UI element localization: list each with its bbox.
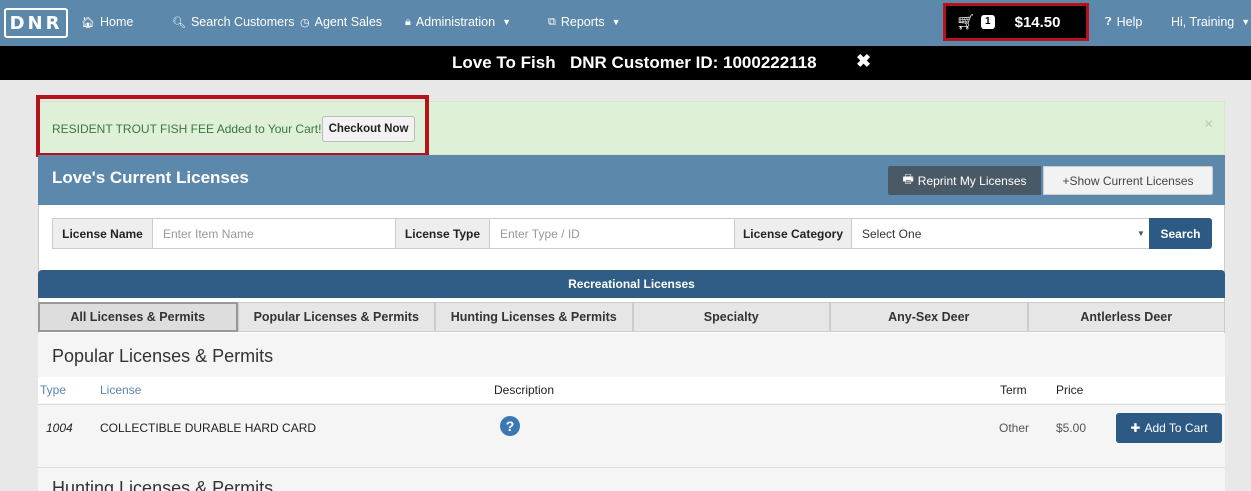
column-type[interactable]: Type xyxy=(40,383,66,397)
cart-button[interactable]: 🛒︎ 1 $14.50 xyxy=(943,3,1089,41)
customer-id: DNR Customer ID: 1000222118 xyxy=(570,53,817,72)
nav-user-label: Hi, Training xyxy=(1171,15,1235,29)
tab-antlerless-deer[interactable]: Antlerless Deer xyxy=(1027,302,1225,332)
nav-home-label: Home xyxy=(99,15,134,29)
caret-down-icon: ▼ xyxy=(502,17,511,27)
license-category-label: License Category xyxy=(734,218,852,249)
plus-icon: ✚ xyxy=(1130,421,1141,435)
tab-popular-licenses[interactable]: Popular Licenses & Permits xyxy=(237,302,435,332)
nav-reports[interactable]: ⧉ Reports ▼ xyxy=(548,15,621,29)
caret-down-icon: ▼ xyxy=(1241,17,1251,27)
section-divider xyxy=(38,467,1225,468)
reprint-licenses-button[interactable]: 🖶︎ Reprint My Licenses xyxy=(888,166,1041,195)
license-type-input[interactable]: Enter Type / ID xyxy=(489,218,735,249)
nav-search-customers[interactable]: 🔍︎ Search Customers xyxy=(172,15,294,29)
next-section-title: Hunting Licenses & Permits xyxy=(52,478,274,491)
top-nav: DNR 🏠︎ Home 🔍︎ Search Customers ◷ Agent … xyxy=(0,0,1251,46)
select-arrow-icon: ▼ xyxy=(1137,229,1145,238)
nav-help-label: Help xyxy=(1116,15,1143,29)
lock-icon: 🔒︎ xyxy=(405,15,411,28)
nav-administration-label: Administration xyxy=(415,15,496,29)
alert-close-icon[interactable]: × xyxy=(1204,116,1213,134)
print-icon: 🖶︎ xyxy=(902,172,914,186)
panel-title: Love's Current Licenses xyxy=(52,168,249,187)
nav-administration[interactable]: 🔒︎ Administration ▼ xyxy=(405,15,511,29)
nav-search-customers-label: Search Customers xyxy=(190,15,295,29)
recreational-header: Recreational Licenses xyxy=(38,270,1225,298)
reports-icon: ⧉ xyxy=(548,15,556,28)
column-price: Price xyxy=(1056,383,1084,397)
cart-total: $14.50 xyxy=(1014,13,1061,31)
row-license: COLLECTIBLE DURABLE HARD CARD xyxy=(100,421,317,435)
cart-count-badge: 1 xyxy=(981,15,995,29)
search-icon: 🔍︎ xyxy=(172,16,186,29)
cart-icon: 🛒︎ xyxy=(956,14,976,31)
license-category-select[interactable]: Select One xyxy=(851,218,1150,249)
tab-hunting-licenses[interactable]: Hunting Licenses & Permits xyxy=(435,302,633,332)
nav-reports-label: Reports xyxy=(560,15,605,29)
reprint-label: Reprint My Licenses xyxy=(917,173,1027,188)
license-name-input[interactable]: Enter Item Name xyxy=(152,218,396,249)
customer-bar: Love To Fish DNR Customer ID: 1000222118… xyxy=(0,46,1251,80)
table-header xyxy=(38,377,1225,403)
caret-down-icon: ▼ xyxy=(611,17,621,27)
nav-home[interactable]: 🏠︎ Home xyxy=(81,15,133,29)
tab-specialty[interactable]: Specialty xyxy=(632,302,830,332)
nav-agent-sales[interactable]: ◷ Agent Sales xyxy=(300,15,382,29)
license-name-label: License Name xyxy=(52,218,153,249)
nav-help[interactable]: ❓︎ Help xyxy=(1105,15,1142,29)
section-title: Popular Licenses & Permits xyxy=(52,346,274,366)
row-type: 1004 xyxy=(46,421,73,435)
question-icon: ❓︎ xyxy=(1105,15,1112,28)
nav-user-menu[interactable]: Hi, Training ▼ xyxy=(1171,15,1250,29)
alert-message: RESIDENT TROUT FISH FEE Added to Your Ca… xyxy=(52,122,322,136)
tab-any-sex-deer[interactable]: Any-Sex Deer xyxy=(830,302,1028,332)
clock-icon: ◷ xyxy=(300,16,310,29)
column-license[interactable]: License xyxy=(100,383,141,397)
customer-name: Love To Fish xyxy=(452,53,556,72)
column-description: Description xyxy=(494,383,555,397)
close-customer-icon[interactable]: ✖ xyxy=(856,51,871,72)
row-price: $5.00 xyxy=(1056,421,1087,435)
add-to-cart-label: Add To Cart xyxy=(1144,421,1208,435)
checkout-now-button[interactable]: Checkout Now xyxy=(322,116,415,142)
license-type-label: License Type xyxy=(395,218,490,249)
dnr-logo[interactable]: DNR xyxy=(4,8,68,38)
show-current-licenses-button[interactable]: +Show Current Licenses xyxy=(1043,166,1213,195)
question-circle-icon[interactable]: ? xyxy=(500,416,520,436)
row-term: Other xyxy=(999,421,1030,435)
add-to-cart-button[interactable]: ✚ Add To Cart xyxy=(1116,413,1222,443)
column-term: Term xyxy=(1000,383,1027,397)
home-icon: 🏠︎ xyxy=(81,16,95,29)
nav-agent-sales-label: Agent Sales xyxy=(314,15,383,29)
license-tabs: All Licenses & Permits Popular Licenses … xyxy=(38,302,1225,332)
search-button[interactable]: Search xyxy=(1149,218,1212,249)
tab-all-licenses[interactable]: All Licenses & Permits xyxy=(38,302,238,332)
